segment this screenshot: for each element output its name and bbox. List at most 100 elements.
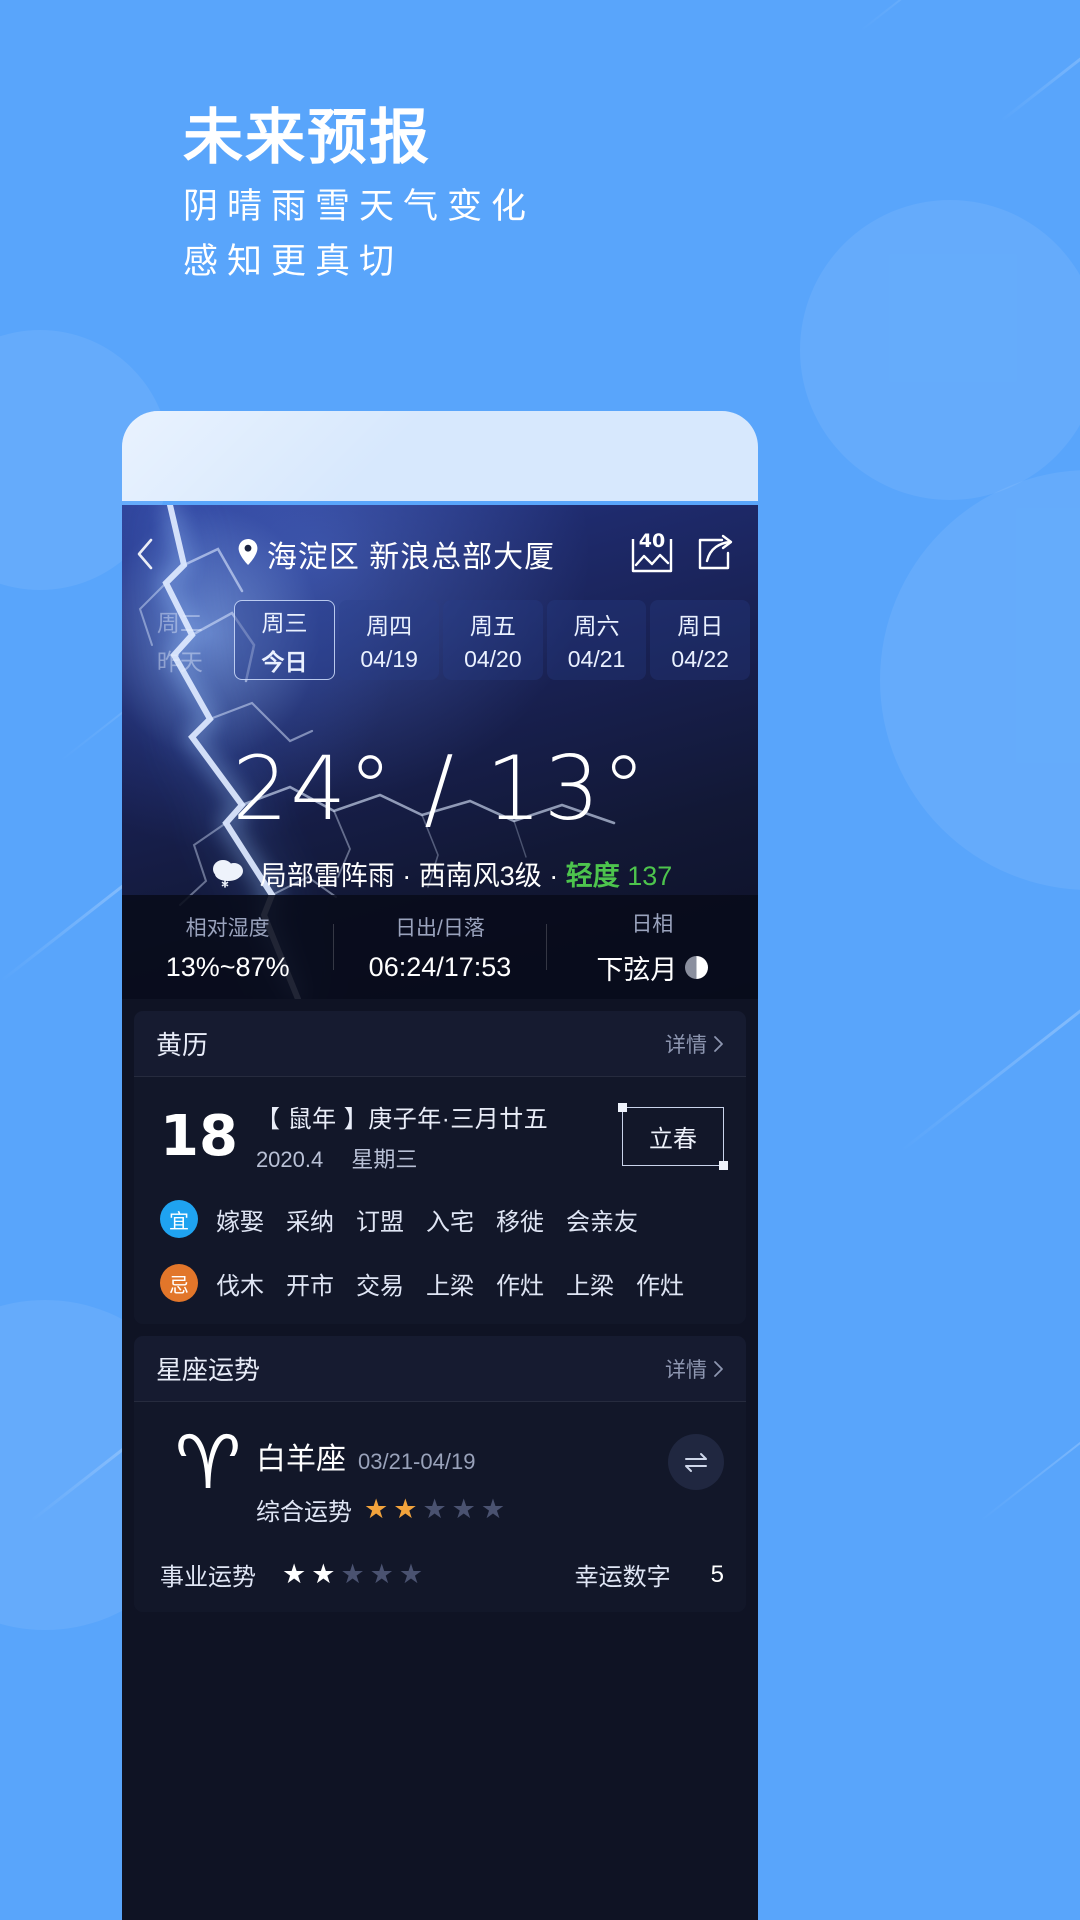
stat-value: 06:24/17:53: [368, 951, 512, 982]
horoscope-more-label: 详情: [665, 1358, 707, 1382]
yi-item: 嫁娶: [216, 1208, 264, 1236]
day-tab-1[interactable]: 周三 今日: [233, 600, 336, 680]
stat-moon-phase: 日相 下弦月: [547, 908, 758, 987]
almanac-body: 18 【 鼠年 】庚子年·三月廿五 2020.4 星期三 立春 宜 嫁娶 采纳 …: [134, 1077, 746, 1324]
almanac-card-title: 黄历: [156, 1030, 209, 1060]
condition-row: 局部雷阵雨 · 西南风3级 · 轻度 137: [122, 853, 758, 894]
aqi-level: 轻度: [565, 861, 620, 891]
stat-label: 日相: [631, 912, 674, 936]
day-tab-3[interactable]: 周五 04/20: [443, 600, 543, 680]
weather-header: 海淀区 新浪总部大厦 40: [122, 525, 758, 583]
ji-item: 伐木: [216, 1272, 264, 1300]
ji-badge: 忌: [160, 1264, 198, 1302]
ji-item: 作灶: [636, 1272, 684, 1300]
swap-icon[interactable]: [668, 1434, 724, 1490]
stat-sunrise-sunset: 日出/日落 06:24/17:53: [334, 912, 545, 983]
star-empty: ★: [422, 1494, 447, 1524]
yi-badge: 宜: [160, 1200, 198, 1238]
career-fortune-label: 事业运势: [160, 1564, 256, 1591]
star-empty: ★: [480, 1494, 506, 1524]
almanac-card: 黄历 详情 18 【 鼠年 】庚子年·三月廿五 2020.4 星期三 立春 宜 …: [134, 1011, 746, 1324]
share-icon[interactable]: [686, 531, 742, 577]
star-empty: ★: [340, 1559, 365, 1589]
star-filled: ★: [393, 1494, 418, 1524]
star-empty: ★: [398, 1559, 424, 1589]
condition-main: 局部雷阵雨 · 西南风3级 ·: [259, 861, 566, 891]
day-tab-weekday: 周三: [261, 609, 308, 636]
almanac-more-button[interactable]: 详情: [665, 1029, 724, 1059]
day-tab-2[interactable]: 周四 04/19: [339, 600, 440, 680]
day-tab-date: 今日: [261, 648, 308, 675]
almanac-date-lines: 【 鼠年 】庚子年·三月廿五 2020.4 星期三: [256, 1099, 622, 1174]
overall-fortune-row: 综合运势 ★ ★ ★ ★ ★: [256, 1492, 668, 1527]
ji-items: 伐木 开市 交易 上梁 作灶 上梁 作灶: [216, 1266, 684, 1301]
phone-screen: 海淀区 新浪总部大厦 40 周二 昨天 周三 今日 周四 04/19 周五 04…: [122, 505, 758, 1920]
horoscope-more-button[interactable]: 详情: [665, 1354, 724, 1384]
day-tab-5[interactable]: 周日 04/22: [650, 600, 751, 680]
almanac-more-label: 详情: [665, 1033, 707, 1057]
overall-fortune-stars: ★ ★ ★ ★ ★: [364, 1496, 505, 1523]
horoscope-card-title: 星座运势: [156, 1355, 261, 1385]
ji-item: 上梁: [566, 1272, 614, 1300]
stat-humidity: 相对湿度 13%~87%: [122, 912, 333, 983]
location-button[interactable]: 海淀区 新浪总部大厦: [168, 532, 624, 576]
ji-item: 交易: [356, 1272, 404, 1300]
ji-item: 上梁: [426, 1272, 474, 1300]
phone-bezel: [122, 411, 758, 501]
day-tab-weekday: 周日: [677, 613, 724, 639]
day-tab-date: 04/20: [464, 646, 522, 672]
star-filled: ★: [311, 1559, 336, 1589]
stat-value-wrap: 下弦月: [547, 948, 758, 987]
back-icon[interactable]: [122, 537, 168, 571]
yi-item: 入宅: [426, 1208, 474, 1236]
bg-streak-2: [860, 0, 1080, 32]
day-tab-weekday: 周六: [573, 613, 620, 639]
day-tab-weekday: 周五: [469, 613, 516, 639]
bg-streak-1: [760, 0, 1080, 3]
day-tab-0[interactable]: 周二 昨天: [130, 600, 230, 680]
aqi-chart-icon[interactable]: 40: [624, 531, 680, 577]
horoscope-info: 白羊座 03/21-04/19 综合运势 ★ ★ ★ ★ ★: [256, 1428, 668, 1527]
weather-stats-bar: 相对湿度 13%~87% 日出/日落 06:24/17:53 日相 下弦月: [122, 895, 758, 999]
bg-streak-7: [980, 1335, 1080, 1522]
star-empty: ★: [451, 1494, 476, 1524]
stat-label: 日出/日落: [395, 916, 485, 940]
bg-blob-2: [880, 470, 1080, 890]
day-tab-date: 04/19: [360, 646, 418, 672]
bg-blob-1: [800, 200, 1080, 500]
almanac-weekday: 星期三: [351, 1147, 418, 1172]
yi-items: 嫁娶 采纳 订盟 入宅 移徙 会亲友: [216, 1202, 638, 1237]
almanac-yi-row: 宜 嫁娶 采纳 订盟 入宅 移徙 会亲友: [160, 1200, 724, 1238]
page-title: 未来预报: [183, 103, 431, 173]
horoscope-body: ♈ 白羊座 03/21-04/19 综合运势 ★ ★ ★ ★ ★ 事业运势 ★ …: [134, 1402, 746, 1612]
day-tab-date: 昨天: [156, 648, 203, 675]
lucky-number: 幸运数字 5: [575, 1557, 724, 1592]
aqi-value: 137: [627, 861, 673, 891]
almanac-card-header: 黄历 详情: [134, 1011, 746, 1077]
aries-icon: ♈: [174, 1420, 242, 1506]
bg-streak-3: [1000, 0, 1080, 123]
horoscope-top-row: ♈ 白羊座 03/21-04/19 综合运势 ★ ★ ★ ★ ★: [160, 1420, 724, 1527]
page-subtitle-line1: 阴晴雨雪天气变化: [183, 187, 536, 226]
star-filled: ★: [282, 1559, 307, 1589]
star-empty: ★: [369, 1559, 394, 1589]
lucky-number-label: 幸运数字: [574, 1564, 671, 1591]
chevron-right-icon: [714, 1360, 723, 1377]
day-tab-weekday: 周二: [156, 609, 203, 636]
condition-text: 局部雷阵雨 · 西南风3级 · 轻度 137: [260, 854, 673, 893]
ji-item: 开市: [286, 1272, 334, 1300]
day-tab-date: 04/21: [567, 646, 626, 672]
header-actions: 40: [624, 531, 742, 577]
horoscope-name-row: 白羊座 03/21-04/19: [256, 1434, 668, 1478]
promo-headline-block: 未来预报 阴晴雨雪天气变化 感知更真切: [183, 104, 535, 290]
almanac-day-number: 18: [160, 1103, 238, 1169]
day-tab-4[interactable]: 周六 04/21: [546, 600, 647, 680]
cards-container: 黄历 详情 18 【 鼠年 】庚子年·三月廿五 2020.4 星期三 立春 宜 …: [122, 999, 758, 1612]
bg-streak-6: [900, 891, 1080, 1153]
almanac-ji-row: 忌 伐木 开市 交易 上梁 作灶 上梁 作灶: [160, 1264, 724, 1302]
yi-item: 采纳: [286, 1208, 334, 1236]
solar-term-badge[interactable]: 立春: [618, 1103, 728, 1170]
day-tabs: 周二 昨天 周三 今日 周四 04/19 周五 04/20 周六 04/21 周…: [122, 597, 758, 683]
career-fortune-stars: ★ ★ ★ ★ ★: [282, 1561, 423, 1588]
overall-fortune-label: 综合运势: [256, 1499, 352, 1526]
